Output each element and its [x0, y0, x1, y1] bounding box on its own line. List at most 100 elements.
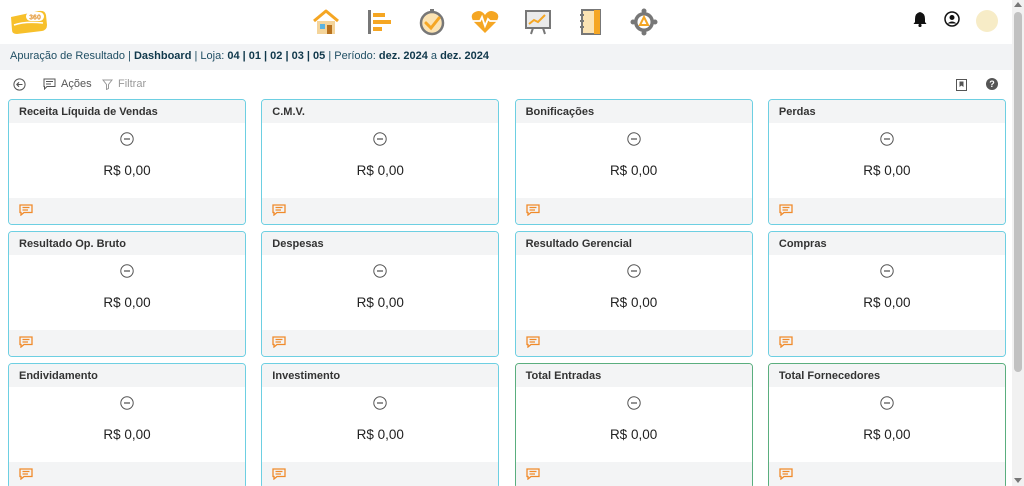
comment-icon[interactable]: [525, 204, 540, 216]
card-footer: [9, 198, 245, 224]
indicator-card[interactable]: Resultado Op. Bruto R$ 0,00: [8, 231, 246, 357]
card-footer: [515, 462, 752, 486]
card-title: C.M.V.: [262, 100, 499, 123]
top-right-controls: [912, 10, 998, 32]
breadcrumb-page: Dashboard: [133, 50, 192, 62]
minus-circle-icon: [626, 132, 641, 146]
card-title: Perdas: [768, 100, 1005, 123]
card-title: Resultado Op. Bruto: [9, 232, 245, 255]
card-footer: [768, 198, 1005, 224]
home-icon[interactable]: [309, 5, 342, 38]
check-clock-icon[interactable]: [415, 5, 448, 38]
minus-circle-icon: [880, 264, 894, 278]
help-icon[interactable]: ?: [986, 78, 998, 90]
heart-pulse-icon[interactable]: [468, 5, 501, 38]
card-title: Bonificações: [515, 100, 752, 123]
cards-grid: Receita Líquida de Vendas R$ 0,00 C.M.V. R$…: [8, 99, 1006, 486]
back-icon[interactable]: [13, 78, 26, 94]
indicator-card[interactable]: C.M.V. R$ 0,00: [261, 99, 500, 225]
main-nav: [309, 5, 660, 38]
minus-circle-icon: [626, 396, 641, 410]
loja-values: 04 | 01 | 02 | 03 | 05: [227, 50, 326, 62]
card-footer: [262, 462, 499, 486]
scroll-up-arrow[interactable]: [1014, 2, 1022, 7]
card-title: Total Entradas: [515, 364, 752, 387]
filtrar-label: Filtrar: [118, 78, 147, 90]
indicator-card[interactable]: Compras R$ 0,00: [767, 231, 1006, 357]
acoes-button[interactable]: Ações: [43, 78, 92, 90]
user-icon[interactable]: [944, 10, 960, 32]
card-title: Investimento: [262, 364, 499, 387]
logo-text: 360: [29, 15, 41, 22]
card-title: Receita Líquida de Vendas: [9, 100, 245, 123]
card-footer: [9, 462, 245, 486]
indicator-card[interactable]: Total Entradas R$ 0,00: [514, 363, 753, 486]
card-value: R$ 0,00: [609, 427, 658, 442]
card-footer: [768, 330, 1005, 356]
scroll-down-arrow[interactable]: [1014, 478, 1022, 483]
periodo-sep: a: [430, 50, 438, 62]
periodo-label: Período:: [334, 50, 376, 62]
filter-icon: [102, 79, 113, 90]
vertical-scrollbar[interactable]: [1012, 0, 1024, 486]
comment-icon[interactable]: [19, 336, 33, 348]
card-title: Despesas: [262, 232, 499, 255]
chart-board-icon[interactable]: [521, 5, 554, 38]
minus-circle-icon: [880, 396, 894, 410]
bell-icon[interactable]: [912, 11, 928, 32]
filtrar-button[interactable]: Filtrar: [102, 78, 146, 90]
card-value: R$ 0,00: [863, 427, 911, 442]
indicator-card[interactable]: Endividamento R$ 0,00: [8, 363, 246, 486]
card-value: R$ 0,00: [356, 295, 404, 310]
indicator-card[interactable]: Bonificações R$ 0,00: [514, 99, 753, 225]
avatar[interactable]: [976, 10, 998, 32]
gear-network-icon[interactable]: [627, 5, 660, 38]
comment-icon[interactable]: [525, 336, 540, 348]
card-title: Resultado Gerencial: [515, 232, 752, 255]
periodo-end: dez. 2024: [440, 50, 489, 62]
indicator-card[interactable]: Total Fornecedores R$ 0,00: [767, 363, 1006, 486]
card-value: R$ 0,00: [103, 295, 151, 310]
card-value: R$ 0,00: [863, 163, 911, 178]
breadcrumb: Apuração de Resultado | Dashboard | Loja…: [0, 44, 1012, 70]
card-value: R$ 0,00: [609, 295, 658, 310]
minus-circle-icon: [120, 396, 134, 410]
card-footer: [262, 198, 499, 224]
minus-circle-icon: [880, 132, 894, 146]
minus-circle-icon: [373, 132, 387, 146]
breadcrumb-section: Apuração de Resultado: [10, 50, 125, 62]
scroll-thumb[interactable]: [1014, 12, 1022, 372]
card-value: R$ 0,00: [356, 163, 404, 178]
timeline-icon[interactable]: [362, 5, 395, 38]
comment-icon[interactable]: [272, 336, 286, 348]
card-footer: [262, 330, 499, 356]
app-logo[interactable]: 360: [9, 9, 49, 35]
comment-icon[interactable]: [272, 204, 286, 216]
comment-icon[interactable]: [19, 468, 33, 480]
indicator-card[interactable]: Receita Líquida de Vendas R$ 0,00: [8, 99, 246, 225]
indicator-card[interactable]: Despesas R$ 0,00: [261, 231, 500, 357]
card-value: R$ 0,00: [103, 163, 151, 178]
card-footer: [768, 462, 1005, 486]
comment-icon[interactable]: [272, 468, 286, 480]
indicator-card[interactable]: Perdas R$ 0,00: [767, 99, 1006, 225]
minus-circle-icon: [373, 396, 387, 410]
bookmark-icon[interactable]: [956, 79, 967, 94]
card-title: Endividamento: [9, 364, 245, 387]
comment-icon[interactable]: [779, 204, 793, 216]
comment-icon[interactable]: [19, 204, 33, 216]
acoes-label: Ações: [61, 78, 92, 90]
notebook-icon[interactable]: [574, 5, 607, 38]
comment-icon[interactable]: [779, 336, 793, 348]
card-value: R$ 0,00: [103, 427, 151, 442]
minus-circle-icon: [120, 132, 134, 146]
card-title: Compras: [768, 232, 1005, 255]
periodo-start: dez. 2024: [378, 50, 428, 62]
indicator-card[interactable]: Resultado Gerencial R$ 0,00: [514, 231, 753, 357]
comment-icon[interactable]: [779, 468, 793, 480]
minus-circle-icon: [120, 264, 134, 278]
indicator-card[interactable]: Investimento R$ 0,00: [261, 363, 500, 486]
minus-circle-icon: [373, 264, 387, 278]
comment-icon[interactable]: [525, 468, 540, 480]
card-footer: [9, 330, 245, 356]
